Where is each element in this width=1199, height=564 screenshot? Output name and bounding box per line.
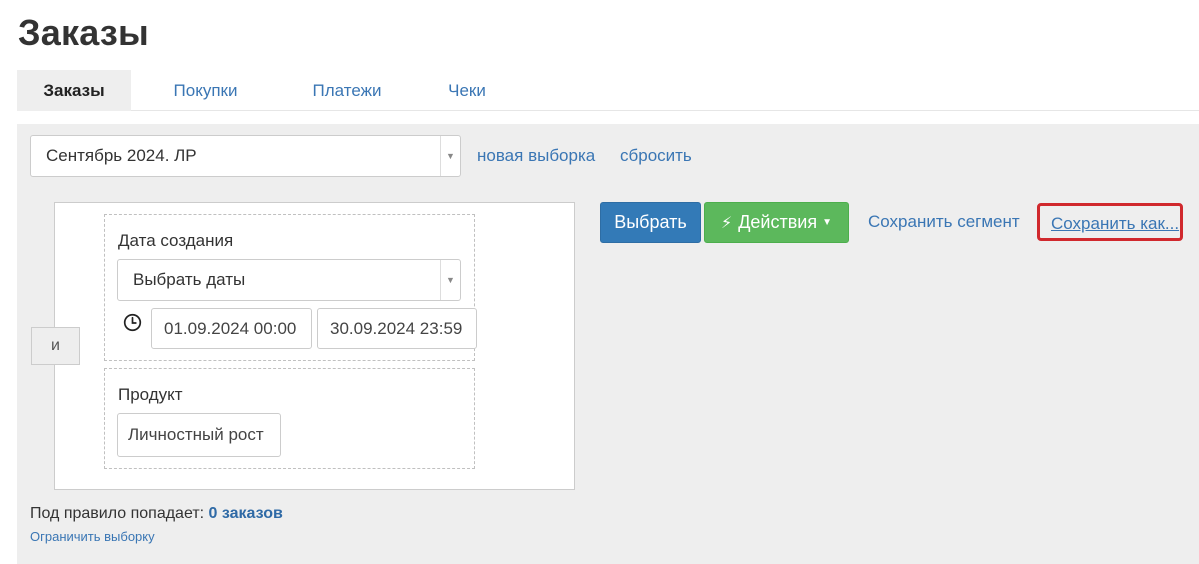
bolt-icon: ⚡ (720, 214, 733, 232)
chevron-down-icon: ▼ (440, 260, 460, 300)
new-selection-link[interactable]: новая выборка (477, 146, 595, 166)
product-condition-label: Продукт (118, 385, 183, 404)
clock-icon (123, 313, 142, 332)
and-operator-button[interactable]: и (31, 327, 80, 365)
select-button-label: Выбрать (614, 212, 687, 232)
save-segment-link[interactable]: Сохранить сегмент (868, 212, 1020, 232)
tab-payments[interactable]: Платежи (292, 70, 402, 111)
match-count[interactable]: 0 заказов (209, 505, 283, 522)
chevron-down-icon: ▼ (440, 136, 460, 176)
save-as-highlight: Сохранить как... (1037, 203, 1183, 241)
product-value[interactable]: Личностный рост (117, 413, 281, 457)
page-title: Заказы (18, 12, 149, 53)
date-to-input[interactable]: 30.09.2024 23:59 (317, 308, 477, 349)
tab-orders[interactable]: Заказы (17, 70, 131, 111)
reset-link[interactable]: сбросить (620, 146, 692, 166)
limit-selection-link[interactable]: Ограничить выборку (30, 529, 155, 544)
date-range-select[interactable]: Выбрать даты ▼ (117, 259, 461, 301)
match-summary: Под правило попадает: 0 заказов (30, 505, 283, 523)
caret-down-icon: ▼ (822, 217, 832, 228)
save-as-link[interactable]: Сохранить как... (1051, 214, 1179, 234)
actions-button[interactable]: ⚡ Действия ▼ (704, 202, 849, 243)
date-from-input[interactable]: 01.09.2024 00:00 (151, 308, 312, 349)
tab-purchases[interactable]: Покупки (155, 70, 256, 111)
date-condition-label: Дата создания (118, 231, 234, 250)
tab-bar: Заказы Покупки Платежи Чеки (17, 70, 1199, 111)
tab-receipts[interactable]: Чеки (432, 70, 502, 111)
date-range-select-value: Выбрать даты (133, 270, 246, 289)
select-button[interactable]: Выбрать (600, 202, 701, 243)
segment-select-value: Сентябрь 2024. ЛР (46, 146, 197, 165)
match-summary-prefix: Под правило попадает: (30, 505, 205, 522)
segment-select[interactable]: Сентябрь 2024. ЛР ▼ (30, 135, 461, 177)
actions-button-label: Действия (738, 212, 818, 232)
